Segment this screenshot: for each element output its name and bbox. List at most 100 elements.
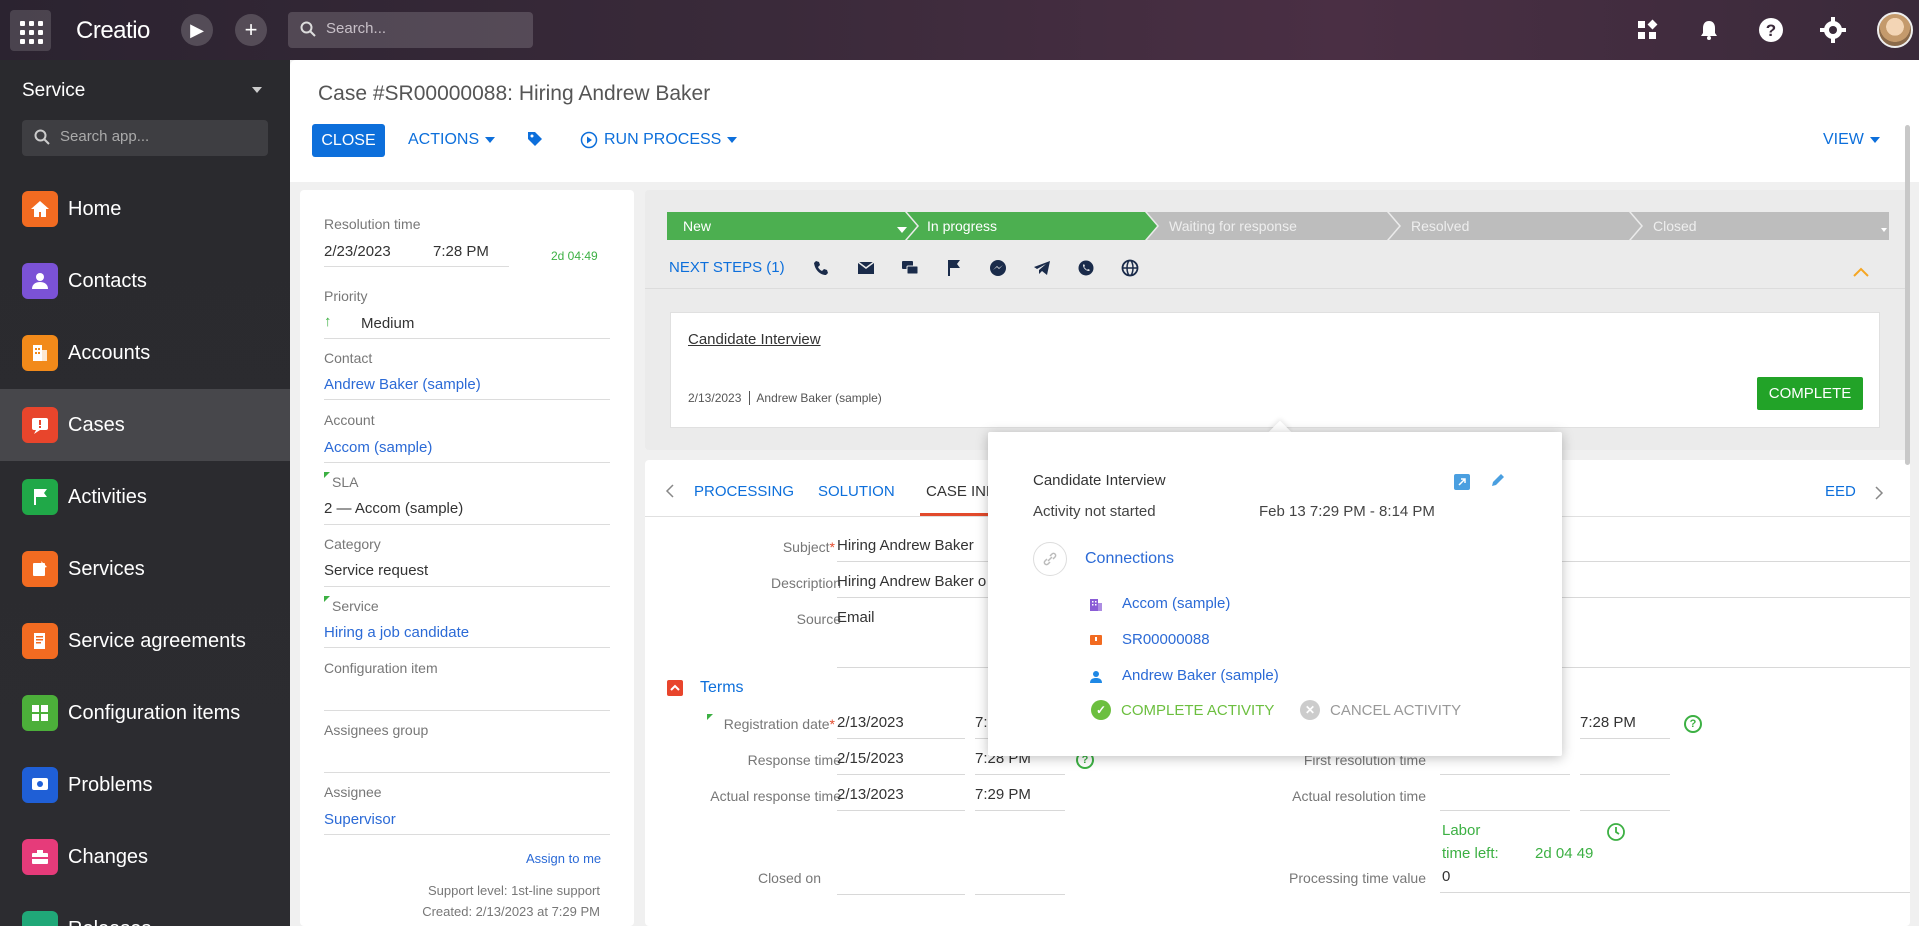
sidebar-item-releases[interactable]: Releases — [0, 893, 290, 926]
sidebar-item-accounts[interactable]: Accounts — [0, 317, 290, 389]
help-icon[interactable]: ? — [1758, 17, 1784, 43]
tab-solution[interactable]: SOLUTION — [818, 483, 895, 500]
sidebar-item-activities[interactable]: Activities — [0, 461, 290, 533]
terms-section-title[interactable]: Terms — [700, 679, 744, 697]
dashboard-icon[interactable] — [1634, 17, 1660, 43]
chat-icon[interactable] — [900, 258, 920, 278]
email-icon[interactable] — [856, 258, 876, 278]
divider — [1440, 892, 1910, 893]
whatsapp-icon[interactable] — [1076, 258, 1096, 278]
sidebar-item-contacts[interactable]: Contacts — [0, 245, 290, 317]
workspace-title[interactable]: Service — [22, 80, 85, 102]
sidebar-item-label: Changes — [68, 845, 149, 868]
sidebar-item-home[interactable]: Home — [0, 173, 290, 245]
source-field[interactable]: Email — [837, 609, 875, 626]
resolution-time-field[interactable]: 7:28 PM — [433, 243, 489, 260]
help-icon[interactable]: ? — [1684, 715, 1702, 733]
next-steps-tab[interactable]: NEXT STEPS (1) — [669, 259, 785, 276]
messenger-icon[interactable] — [988, 258, 1008, 278]
flag-icon[interactable] — [944, 258, 964, 278]
contact-link[interactable]: Andrew Baker (sample) — [324, 376, 481, 393]
chevron-down-icon[interactable] — [1865, 216, 1887, 244]
registration-date-field[interactable]: 2/13/2023 — [837, 714, 904, 731]
sidebar-item-problems[interactable]: Problems — [0, 749, 290, 821]
resolution-time-field[interactable]: 7:28 PM — [1580, 714, 1636, 731]
stage-waiting-for-response[interactable]: Waiting for response — [1153, 212, 1297, 240]
edit-icon[interactable] — [1490, 472, 1506, 491]
tab-processing[interactable]: PROCESSING — [694, 483, 794, 500]
run-process-button[interactable]: RUN PROCESS — [580, 131, 738, 149]
sidebar-item-configuration-items[interactable]: Configuration items — [0, 677, 290, 749]
phone-icon[interactable] — [812, 258, 832, 278]
cancel-activity-button[interactable]: ✕ CANCEL ACTIVITY — [1300, 700, 1461, 720]
view-button[interactable]: VIEW — [1823, 131, 1880, 149]
stage-new[interactable]: New — [667, 212, 711, 240]
app-menu-icon[interactable] — [10, 10, 51, 51]
user-avatar[interactable] — [1877, 12, 1913, 48]
service-link[interactable]: Hiring a job candidate — [324, 624, 469, 641]
description-field[interactable]: Hiring Andrew Baker o — [837, 573, 986, 590]
global-search-input[interactable]: Search... — [288, 12, 533, 48]
connections-title[interactable]: Connections — [1085, 550, 1174, 568]
gear-icon[interactable] — [1820, 17, 1846, 43]
actual-response-time-field[interactable]: 7:29 PM — [975, 786, 1031, 803]
stage-closed[interactable]: Closed — [1637, 212, 1697, 240]
complete-button[interactable]: COMPLETE — [1757, 377, 1863, 410]
actions-button[interactable]: ACTIONS — [408, 131, 496, 149]
connection-contact-link[interactable]: Andrew Baker (sample) — [1122, 667, 1279, 684]
category-field[interactable]: Service request — [324, 562, 428, 579]
chevron-up-icon[interactable] — [1851, 262, 1871, 282]
connection-account-link[interactable]: Accom (sample) — [1122, 595, 1230, 612]
actions-label: ACTIONS — [408, 131, 480, 148]
creatio-logo[interactable]: Creatio — [76, 17, 150, 45]
chevron-left-icon[interactable] — [665, 484, 675, 502]
bell-icon[interactable] — [1696, 17, 1722, 43]
play-circle-icon — [580, 131, 598, 149]
account-link[interactable]: Accom (sample) — [324, 439, 432, 456]
tab-feed[interactable]: EED — [1825, 483, 1856, 500]
add-icon[interactable]: + — [235, 14, 267, 46]
stage-resolved[interactable]: Resolved — [1395, 212, 1469, 240]
chevron-down-icon[interactable] — [252, 87, 262, 93]
assignee-link[interactable]: Supervisor — [324, 811, 396, 828]
chevron-down-icon[interactable] — [881, 216, 907, 244]
closed-on-time-field[interactable] — [975, 894, 1065, 895]
scrollbar[interactable] — [1905, 125, 1910, 465]
configuration-item-field[interactable] — [324, 710, 610, 711]
sla-field[interactable]: 2 — Accom (sample) — [324, 500, 463, 517]
sidebar-item-service-agreements[interactable]: Service agreements — [0, 605, 290, 677]
app-search-input[interactable]: Search app... — [22, 120, 268, 156]
collapse-icon[interactable] — [667, 680, 683, 696]
activity-title-link[interactable]: Candidate Interview — [688, 331, 821, 348]
globe-icon[interactable] — [1120, 258, 1140, 278]
processing-time-field[interactable]: 0 — [1442, 868, 1450, 885]
actual-resolution-date-field[interactable] — [1440, 810, 1570, 811]
run-process-icon[interactable]: ▶ — [181, 14, 213, 46]
assignees-group-field[interactable] — [324, 772, 610, 773]
complete-activity-button[interactable]: ✓ COMPLETE ACTIVITY — [1091, 700, 1274, 720]
divider — [837, 738, 965, 739]
first-resolution-date-field[interactable] — [1440, 774, 1570, 775]
telegram-icon[interactable] — [1032, 258, 1052, 278]
app-search-placeholder: Search app... — [60, 128, 150, 145]
resolution-date-field[interactable]: 2/23/2023 — [324, 243, 391, 260]
sidebar-item-changes[interactable]: Changes — [0, 821, 290, 893]
sidebar-item-services[interactable]: Services — [0, 533, 290, 605]
sidebar-item-cases[interactable]: Cases — [0, 389, 290, 461]
connection-case-link[interactable]: SR00000088 — [1122, 631, 1210, 648]
close-button[interactable]: CLOSE — [312, 124, 385, 157]
closed-on-date-field[interactable] — [837, 894, 965, 895]
open-external-icon[interactable] — [1454, 474, 1470, 490]
response-date-field[interactable]: 2/15/2023 — [837, 750, 904, 767]
first-resolution-time-field[interactable] — [1580, 774, 1670, 775]
tab-case-information[interactable]: CASE INF — [926, 483, 995, 500]
tag-icon[interactable] — [526, 130, 544, 148]
chevron-right-icon[interactable] — [1874, 486, 1884, 504]
actual-resolution-time-field[interactable] — [1580, 810, 1670, 811]
registration-time-field[interactable]: 7: — [975, 714, 988, 731]
subject-field[interactable]: Hiring Andrew Baker — [837, 537, 974, 554]
actual-response-date-field[interactable]: 2/13/2023 — [837, 786, 904, 803]
assign-to-me-link[interactable]: Assign to me — [526, 851, 601, 866]
priority-field[interactable]: Medium — [361, 315, 414, 332]
stage-in-progress[interactable]: In progress — [911, 212, 997, 240]
